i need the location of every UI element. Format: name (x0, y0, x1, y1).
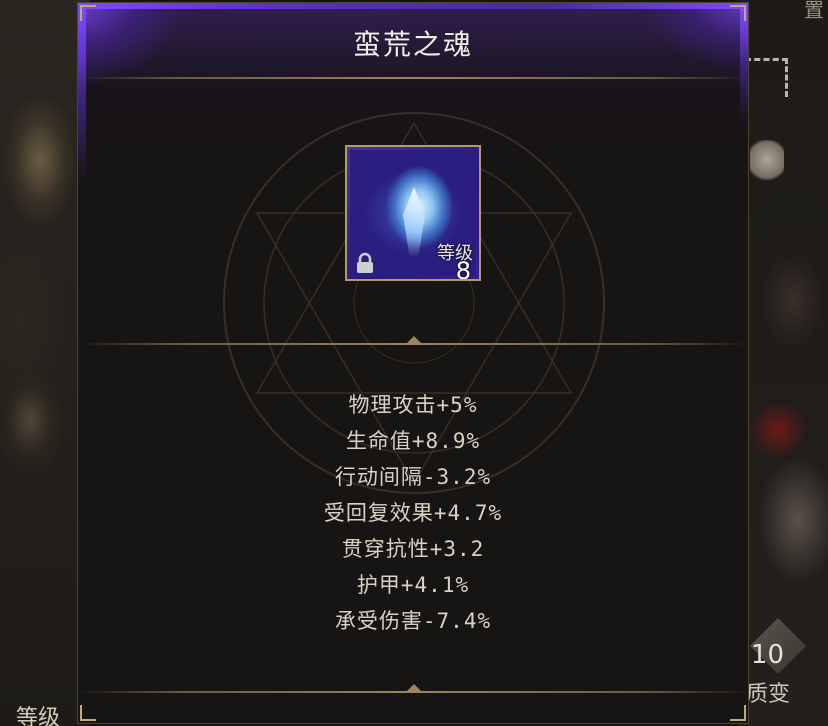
background-settings-text: 置 (804, 0, 824, 22)
stat-armor: 护甲+4.1% (356, 573, 470, 597)
item-detail-dialog: 蛮荒之魂 等级 8 物理攻击+5% 生命值+8.9% 行动间隔-3.2% 受回复… (77, 2, 749, 724)
background-character-right (738, 0, 828, 726)
corner-ornament (80, 5, 96, 21)
corner-ornament (80, 705, 96, 721)
dialog-title: 蛮荒之魂 (352, 28, 473, 61)
background-level-number: 10 (750, 640, 784, 670)
rarity-top-edge (78, 3, 748, 9)
rarity-right-edge (740, 3, 748, 123)
background-mask-icon (750, 140, 784, 184)
corner-ornament (730, 5, 746, 21)
background-level-label: 等级 (16, 706, 61, 726)
stat-list: 物理攻击+5% 生命值+8.9% 行动间隔-3.2% 受回复效果+4.7% 贯穿… (78, 387, 748, 639)
stat-health: 生命值+8.9% (345, 429, 481, 453)
lock-icon (357, 252, 373, 273)
stat-damage-taken: 承受伤害-7.4% (334, 609, 492, 633)
stat-action-interval: 行动间隔-3.2% (334, 465, 492, 489)
title-divider (78, 77, 748, 79)
item-level-value: 8 (455, 257, 471, 281)
item-icon-frame[interactable]: 等级 8 (345, 145, 481, 281)
background-frame-icon (745, 58, 788, 97)
stat-pierce-resist: 贯穿抗性+3.2 (341, 537, 485, 561)
divider-ornament (406, 684, 422, 692)
stat-physical-attack: 物理攻击+5% (348, 393, 478, 417)
background-mutation-label: 质变 (745, 682, 790, 707)
corner-ornament (730, 705, 746, 721)
stat-healing-received: 受回复效果+4.7% (323, 501, 503, 525)
